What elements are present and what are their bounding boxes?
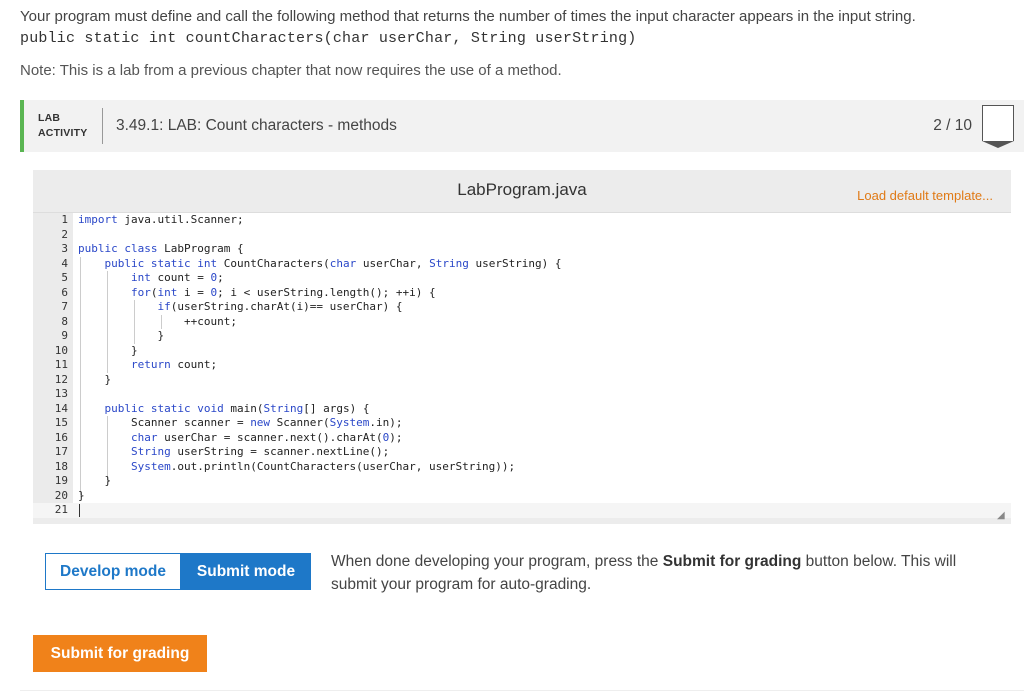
divider: [20, 690, 1024, 691]
method-signature: public static int countCharacters(char u…: [20, 30, 637, 47]
submit-for-grading-button[interactable]: Submit for grading: [33, 635, 207, 672]
line-number: 8: [61, 314, 68, 328]
note-text: Note: This is a lab from a previous chap…: [20, 62, 562, 79]
code-line: 20}: [33, 489, 1011, 504]
submit-instructions: When done developing your program, press…: [331, 550, 1001, 596]
code-line: 9 }: [33, 329, 1011, 344]
code-line: 8 ++count;: [33, 315, 1011, 330]
line-number: 15: [54, 416, 68, 429]
code-line: 6 for(int i = 0; i < userString.length()…: [33, 286, 1011, 301]
instructions-text: Your program must define and call the fo…: [20, 8, 916, 25]
line-number: 10: [54, 343, 68, 357]
code-line: 4 public static int CountCharacters(char…: [33, 257, 1011, 272]
code-editor-panel: LabProgram.java Load default template...…: [33, 170, 1011, 524]
code-line: 15 Scanner scanner = new Scanner(System.…: [33, 416, 1011, 431]
help-text-before: When done developing your program, press…: [331, 553, 663, 570]
mode-toggle: Develop mode Submit mode: [45, 553, 311, 590]
code-line: 11 return count;: [33, 358, 1011, 373]
lab-tag-line2: ACTIVITY: [38, 127, 88, 139]
line-number: 21: [54, 503, 68, 516]
code-line: 5 int count = 0;: [33, 271, 1011, 286]
lab-activity-tag: LAB ACTIVITY: [38, 111, 87, 141]
text-caret: [79, 504, 80, 517]
submit-mode-button[interactable]: Submit mode: [181, 553, 311, 590]
line-number: 16: [54, 430, 68, 444]
line-number: 14: [54, 401, 68, 415]
code-line: 10 }: [33, 344, 1011, 359]
code-line: 3 public class LabProgram {: [33, 242, 1011, 257]
code-line: 12 }: [33, 373, 1011, 388]
line-number: 4: [61, 256, 68, 270]
line-number: 19: [54, 474, 68, 487]
code-line: 1 import java.util.Scanner;: [33, 213, 1011, 228]
line-number: 12: [54, 372, 68, 386]
code-editor[interactable]: 1 import java.util.Scanner; 2 3 public cla…: [33, 212, 1011, 518]
instructions: Your program must define and call the fo…: [20, 6, 1014, 50]
line-number: 1: [61, 213, 68, 226]
line-number: 6: [61, 285, 68, 299]
completion-badge-icon: [982, 105, 1014, 148]
code-line: 7 if(userString.charAt(i)== userChar) {: [33, 300, 1011, 315]
code-line: 13: [33, 387, 1011, 402]
code-line: 17 String userString = scanner.nextLine(…: [33, 445, 1011, 460]
line-number: 20: [54, 488, 68, 502]
lab-tag-line1: LAB: [38, 112, 61, 124]
lab-title: 3.49.1: LAB: Count characters - methods: [116, 117, 397, 134]
header-divider: [102, 108, 103, 144]
develop-mode-button[interactable]: Develop mode: [45, 553, 181, 590]
line-number: 2: [61, 227, 68, 241]
code-line-active: 21: [33, 503, 1011, 518]
code-line: 16 char userChar = scanner.next().charAt…: [33, 431, 1011, 446]
line-number: 7: [61, 300, 68, 313]
line-number: 13: [54, 387, 68, 400]
code-line: 14 public static void main(String[] args…: [33, 402, 1011, 417]
line-number: 9: [61, 329, 68, 342]
code-line: 2: [33, 228, 1011, 243]
lab-score: 2 / 10: [933, 117, 972, 134]
code-line: 18 System.out.println(CountCharacters(us…: [33, 460, 1011, 475]
help-text-bold: Submit for grading: [662, 553, 802, 570]
code-line: 19 }: [33, 474, 1011, 489]
resize-handle-icon[interactable]: ◢: [997, 510, 1007, 521]
line-number: 17: [54, 445, 68, 458]
line-number: 3: [61, 242, 68, 255]
lab-header: LAB ACTIVITY 3.49.1: LAB: Count characte…: [20, 100, 1024, 152]
line-number: 11: [54, 358, 68, 371]
line-number: 18: [54, 459, 68, 473]
line-number: 5: [61, 271, 68, 284]
load-default-template-link[interactable]: Load default template...: [857, 188, 993, 203]
